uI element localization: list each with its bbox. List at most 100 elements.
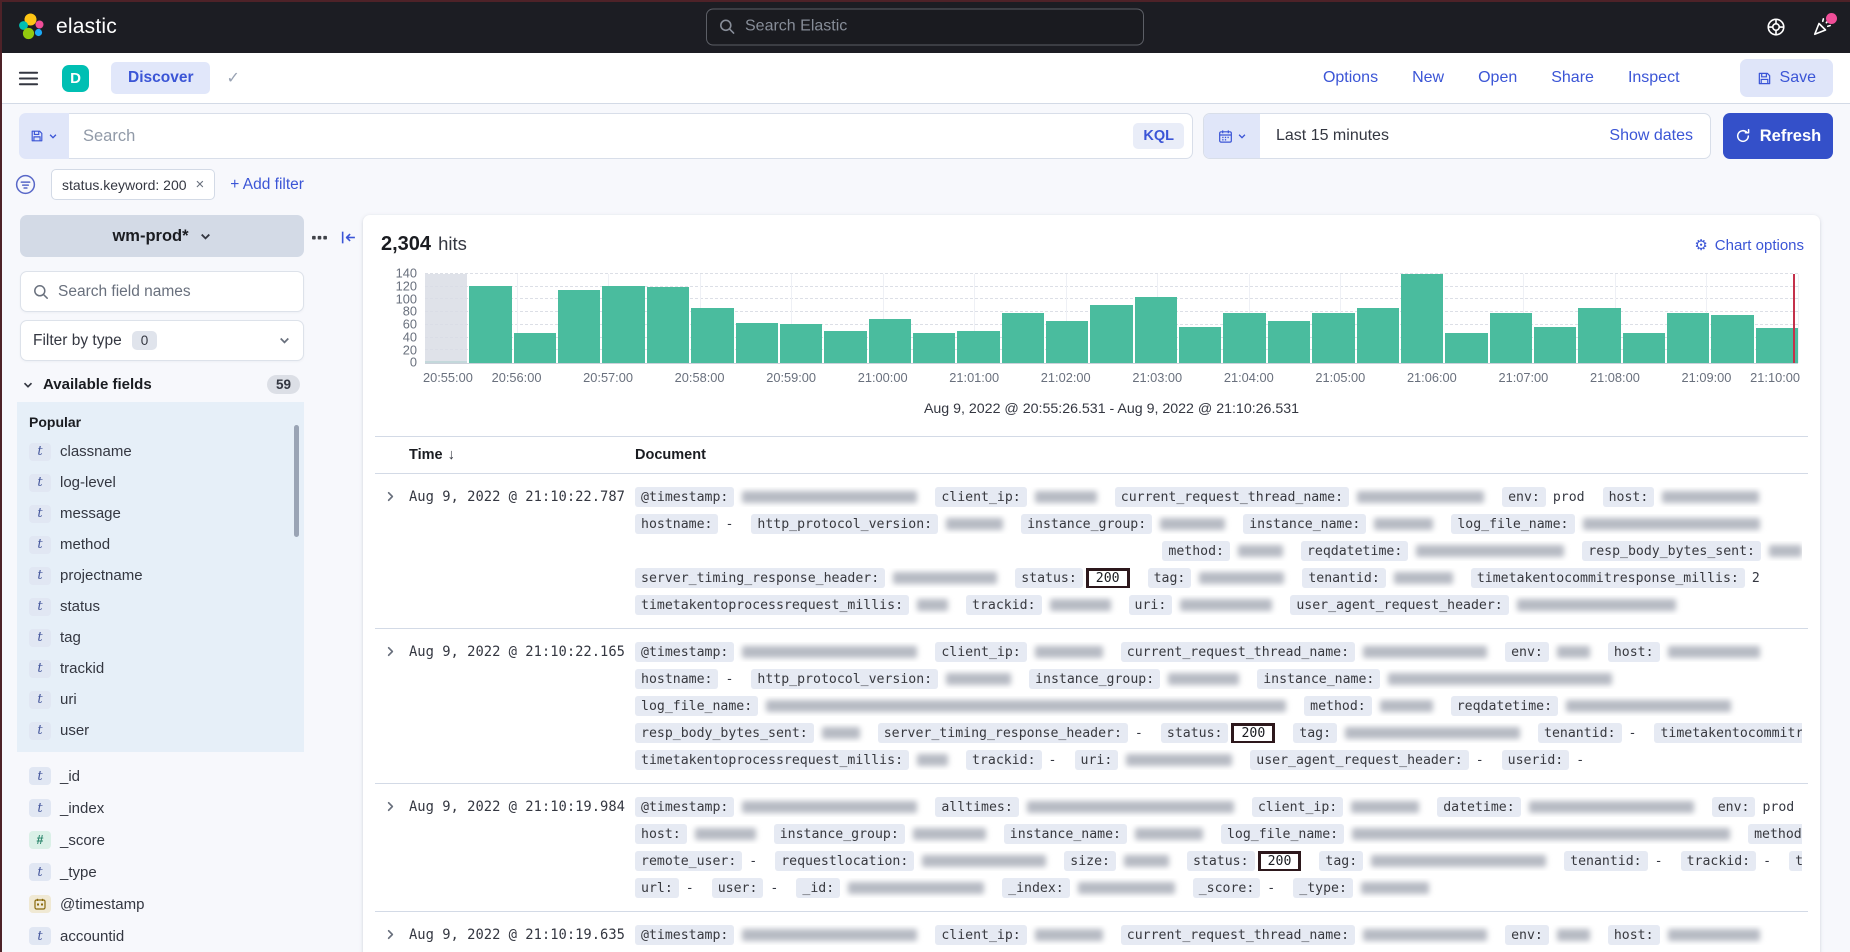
save-button[interactable]: Save (1740, 59, 1833, 97)
histogram-bar[interactable] (1445, 333, 1487, 363)
doc-field-client_ip[interactable]: client_ip: (1252, 797, 1343, 817)
doc-field-trackid[interactable]: trackid: (966, 595, 1042, 615)
histogram-bar[interactable] (1711, 315, 1753, 363)
share-button[interactable]: Share (1551, 69, 1594, 87)
doc-field-@timestamp[interactable]: @timestamp: (635, 925, 734, 945)
doc-field-status[interactable]: status: (1187, 851, 1255, 871)
histogram-bar[interactable] (1268, 321, 1310, 363)
histogram-bar[interactable] (514, 333, 556, 364)
histogram-bar[interactable] (1046, 321, 1088, 363)
doc-field-datetime[interactable]: datetime: (1437, 797, 1520, 817)
field-item-log-level[interactable]: tlog-level (17, 467, 304, 498)
doc-field-http_protocol_version[interactable]: http_protocol_version: (751, 669, 938, 689)
index-pattern-selector[interactable]: wm-prod* (20, 215, 304, 257)
remove-filter-icon[interactable]: × (196, 176, 205, 193)
doc-field-client_ip[interactable]: client_ip: (935, 642, 1026, 662)
histogram-bar[interactable] (824, 331, 866, 363)
doc-field-url[interactable]: url: (635, 878, 679, 898)
doc-field-@timestamp[interactable]: @timestamp: (635, 487, 734, 507)
doc-field-log_file_name[interactable]: log_file_name: (1451, 514, 1574, 534)
doc-field-method[interactable]: method: (1748, 824, 1802, 844)
doc-field-instance_group[interactable]: instance_group: (774, 824, 905, 844)
doc-field-@timestamp[interactable]: @timestamp: (635, 642, 734, 662)
date-quick-select-button[interactable] (1204, 114, 1260, 158)
histogram-plot[interactable]: 020406080100120140 (425, 274, 1798, 364)
field-item-projectname[interactable]: tprojectname (17, 560, 304, 591)
histogram-bar[interactable] (957, 331, 999, 363)
histogram-bar[interactable] (1623, 333, 1665, 364)
doc-field-tenantid[interactable]: tenantid: (1564, 851, 1647, 871)
filter-icon[interactable] (15, 174, 36, 195)
doc-field-host[interactable]: host: (1608, 642, 1660, 662)
doc-field-env[interactable]: env: (1505, 925, 1549, 945)
add-filter-button[interactable]: + Add filter (230, 176, 304, 194)
doc-field-host[interactable]: host: (635, 824, 687, 844)
options-button[interactable]: Options (1323, 69, 1378, 87)
doc-field-reqdatetime[interactable]: reqdatetime: (1301, 541, 1408, 561)
doc-field-trackid[interactable]: trackid: (966, 750, 1042, 770)
histogram-bar[interactable] (869, 319, 911, 364)
histogram-bar[interactable] (469, 286, 511, 363)
doc-field-@timestamp[interactable]: @timestamp: (635, 797, 734, 817)
doc-field-status[interactable]: status: (1161, 723, 1229, 743)
histogram-bar[interactable] (1357, 308, 1399, 363)
doc-field-log_file_name[interactable]: log_file_name: (1221, 824, 1344, 844)
histogram-bar[interactable] (1490, 313, 1532, 363)
histogram-bar[interactable] (1179, 327, 1221, 363)
histogram-bar[interactable] (647, 287, 689, 363)
breadcrumb-discover[interactable]: Discover (111, 62, 210, 94)
help-icon[interactable] (1766, 17, 1786, 37)
doc-field-current_request_thread_name[interactable]: current_request_thread_name: (1121, 642, 1355, 662)
expand-row-button[interactable] (375, 797, 409, 905)
doc-field-user[interactable]: user: (712, 878, 764, 898)
time-column-header[interactable]: Time↓ (409, 447, 635, 463)
menu-hamburger-icon[interactable] (17, 67, 40, 90)
doc-field-timetakentocommitresponse_millis[interactable]: timetakentocommitresponse_millis: (1654, 723, 1802, 743)
doc-field-client_ip[interactable]: client_ip: (935, 487, 1026, 507)
doc-field-userid[interactable]: userid: (1502, 750, 1570, 770)
kql-query-input[interactable] (83, 127, 1133, 146)
field-item-uri[interactable]: turi (17, 684, 304, 715)
doc-field-env[interactable]: env: (1502, 487, 1546, 507)
doc-field-env[interactable]: env: (1505, 642, 1549, 662)
doc-field-instance_group[interactable]: instance_group: (1029, 669, 1160, 689)
doc-field-hostname[interactable]: hostname: (635, 514, 718, 534)
field-item-message[interactable]: tmessage (17, 498, 304, 529)
histogram-bar[interactable] (602, 286, 644, 363)
doc-field-status[interactable]: status: (1015, 568, 1083, 588)
doc-field-instance_name[interactable]: instance_name: (1004, 824, 1127, 844)
expand-row-button[interactable] (375, 487, 409, 622)
doc-field-timetakentoprocessrequest_millis[interactable]: timetakentoprocessrequest_millis: (635, 750, 909, 770)
doc-field-tag[interactable]: tag: (1148, 568, 1192, 588)
sidebar-scrollbar[interactable] (294, 425, 299, 537)
doc-field-_index[interactable]: _index: (1002, 878, 1070, 898)
doc-field-uri[interactable]: uri: (1129, 595, 1173, 615)
doc-field-alltimes[interactable]: alltimes: (935, 797, 1018, 817)
histogram-bar[interactable] (1135, 297, 1177, 363)
time-range-value[interactable]: Last 15 minutes (1260, 127, 1592, 145)
available-fields-accordion[interactable]: Available fields 59 (22, 375, 304, 394)
histogram-bar[interactable] (558, 290, 600, 363)
field-item-tag[interactable]: ttag (17, 622, 304, 653)
filter-pill-status-keyword-200[interactable]: status.keyword: 200 × (51, 169, 215, 200)
doc-field-server_timing_response_header[interactable]: server_timing_response_header: (635, 568, 885, 588)
doc-field-hostname[interactable]: hostname: (635, 669, 718, 689)
doc-field-server_timing_response_header[interactable]: server_timing_response_header: (878, 723, 1128, 743)
doc-field-method[interactable]: method: (1162, 541, 1230, 561)
newsfeed-icon[interactable] (1812, 17, 1832, 37)
inspect-button[interactable]: Inspect (1628, 69, 1680, 87)
saved-query-menu-button[interactable] (19, 113, 69, 159)
chart-options-button[interactable]: ⚙ Chart options (1694, 236, 1804, 254)
histogram-bar[interactable] (691, 308, 733, 363)
doc-field-current_request_thread_name[interactable]: current_request_thread_name: (1121, 925, 1355, 945)
field-item-_score[interactable]: #_score (17, 824, 304, 856)
histogram-bar[interactable] (736, 323, 778, 363)
histogram-bar[interactable] (1090, 305, 1132, 363)
doc-field-user_agent_request_header[interactable]: user_agent_request_header: (1290, 595, 1508, 615)
global-search-input[interactable] (745, 18, 1131, 36)
doc-field-_id[interactable]: _id: (796, 878, 840, 898)
doc-field-instance_name[interactable]: instance_name: (1243, 514, 1366, 534)
doc-field-resp_body_bytes_sent[interactable]: resp_body_bytes_sent: (635, 723, 814, 743)
doc-field-timetakentoprocessrequest_millis[interactable]: timetakentoprocessrequest_millis: (635, 595, 909, 615)
field-item-@timestamp[interactable]: @timestamp (17, 888, 304, 920)
